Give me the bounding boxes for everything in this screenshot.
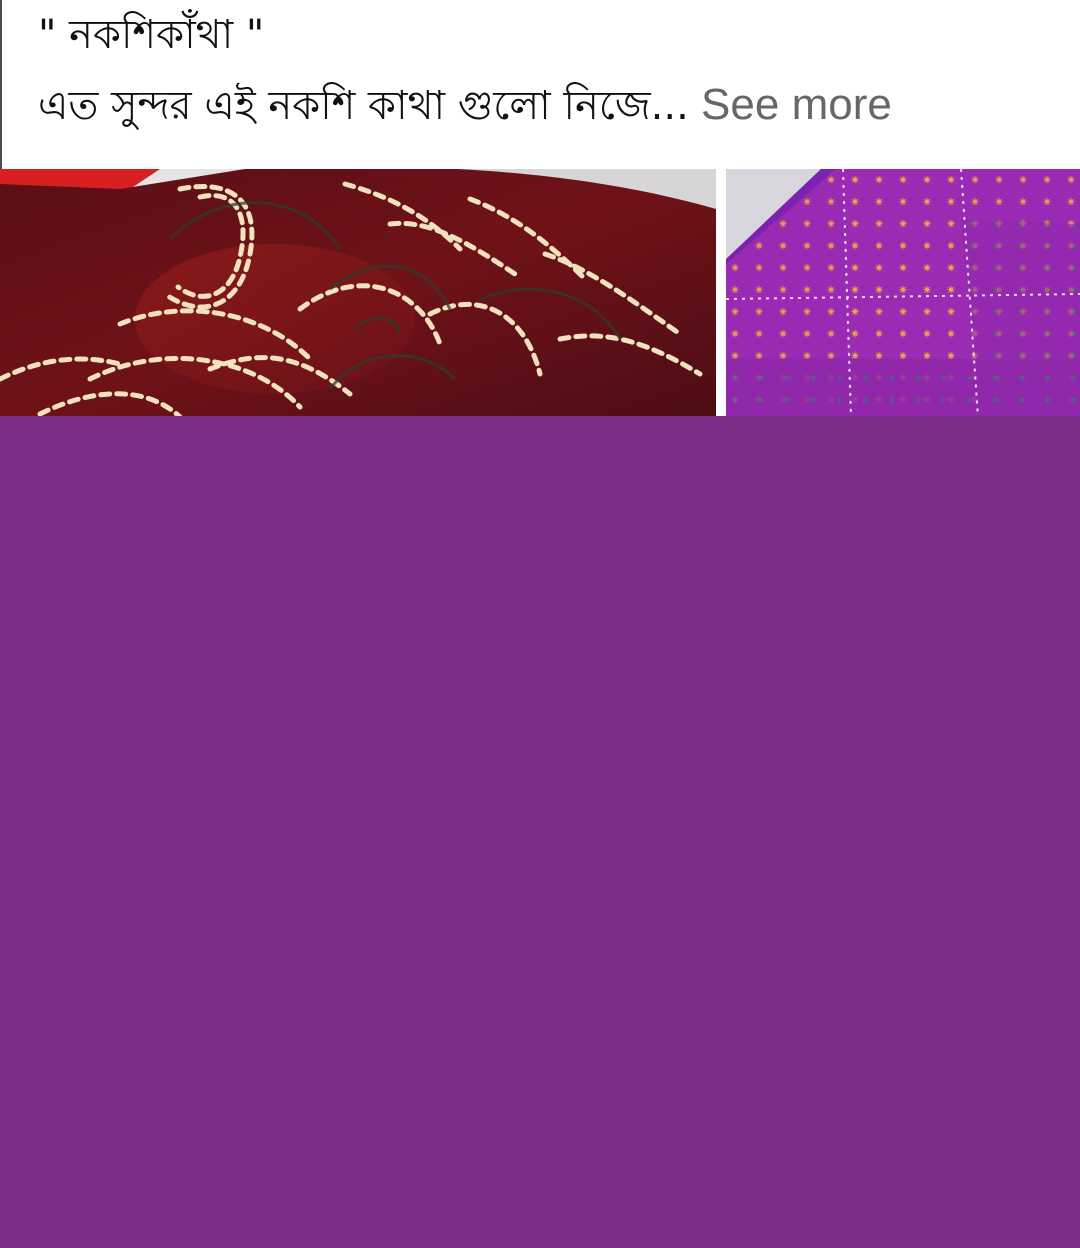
- purple-overlay-panel: [0, 416, 1080, 1248]
- left-border: [0, 0, 2, 170]
- post-body-preview: এত সুন্দর এই নকশি কাথা গুলো নিজে...: [38, 83, 689, 129]
- post-text-block: " নকশিকাঁথা " এত সুন্দর এই নকশি কাথা গুল…: [38, 0, 1058, 141]
- post-body: এত সুন্দর এই নকশি কাথা গুলো নিজে... See …: [38, 70, 1058, 141]
- media-image-2[interactable]: ✷ ✶: [726, 169, 1080, 417]
- see-more-link[interactable]: See more: [689, 80, 892, 129]
- post-title: " নকশিকাঁথা ": [38, 12, 265, 58]
- maroon-quilt-image: [0, 169, 716, 417]
- post-card: " নকশিকাঁথা " এত সুন্দর এই নকশি কাথা গুল…: [0, 0, 1080, 1248]
- media-gallery: ✷ ✶: [0, 169, 1080, 417]
- media-image-1[interactable]: [0, 169, 716, 417]
- purple-quilt-image: ✷ ✶: [726, 169, 1080, 417]
